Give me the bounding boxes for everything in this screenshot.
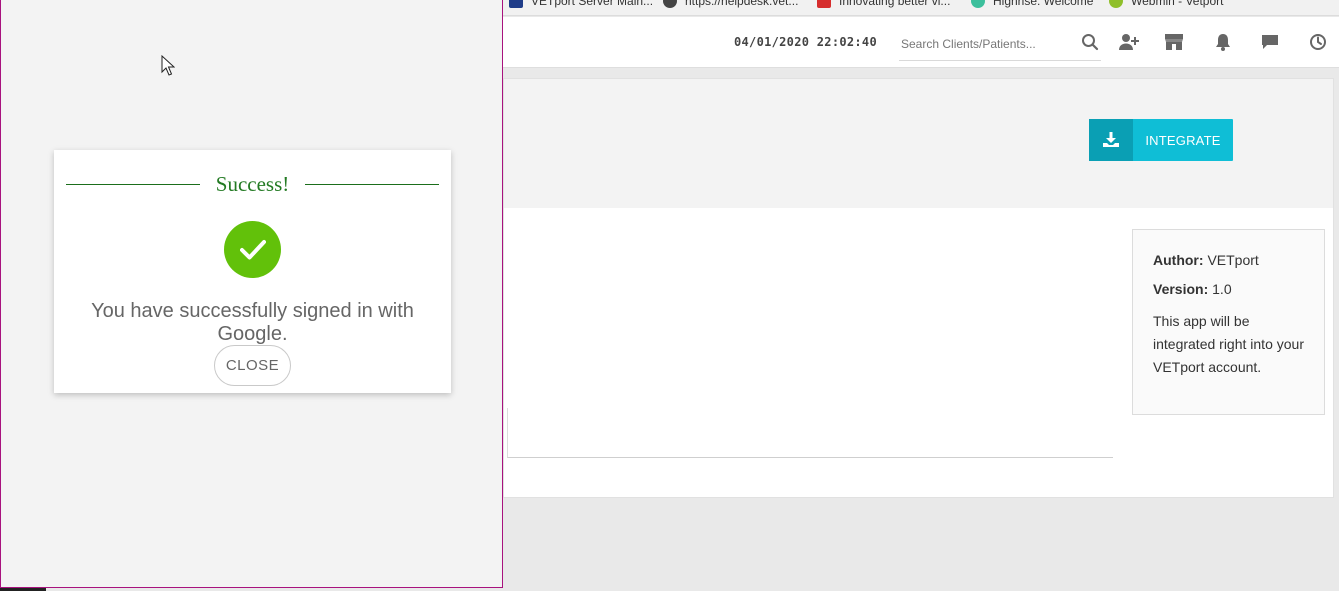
version-value: 1.0 [1212,281,1232,297]
bookmarks-bar: VETport Server Main... https://helpdesk.… [503,0,1339,16]
current-datetime: 04/01/2020 22:02:40 [734,35,877,49]
app-info-card: Author: VETport Version: 1.0 This app wi… [1132,229,1325,415]
integrate-label: INTEGRATE [1145,132,1221,148]
clock-icon[interactable] [1306,30,1330,54]
bookmark-label: Webmin - Vetport [1131,0,1224,8]
version-label: Version: [1153,281,1209,297]
highrise-favicon-icon [971,0,985,8]
chat-icon[interactable] [1258,30,1282,54]
bookmark-label: https://helpdesk.vet... [685,0,799,8]
popup-window: Success! You have successfully signed in… [0,0,503,588]
title-divider-right [305,183,440,185]
bookmark-highrise[interactable]: Highrise: Welcome [971,0,1093,9]
store-icon[interactable] [1162,30,1186,54]
bookmark-vetport-server[interactable]: VETport Server Main... [509,0,653,9]
github-favicon-icon [663,0,677,8]
content-box [507,408,1113,458]
version-row: Version: 1.0 [1153,281,1304,297]
modal-title: Success! [215,171,290,196]
x-favicon-icon [817,0,831,8]
success-modal: Success! You have successfully signed in… [54,150,451,393]
bookmark-label: Highrise: Welcome [993,0,1094,8]
close-button[interactable]: CLOSE [214,345,291,386]
author-label: Author: [1153,252,1204,268]
app-header-panel: INTEGRATE [503,78,1334,208]
webmin-favicon-icon [1109,0,1123,8]
title-divider-left [66,183,200,185]
success-check-icon [224,221,281,278]
author-value: VETport [1207,252,1259,268]
app-description: This app will be integrated right into y… [1153,313,1304,375]
app-body-panel: Author: VETport Version: 1.0 This app wi… [503,208,1334,498]
download-icon [1089,119,1133,161]
top-header: 04/01/2020 22:02:40 [503,17,1339,68]
bookmark-webmin[interactable]: Webmin - Vetport [1109,0,1223,9]
integrate-button[interactable]: INTEGRATE [1089,119,1233,161]
mouse-cursor-icon [161,54,176,81]
author-row: Author: VETport [1153,252,1304,268]
bookmark-label: VETport Server Main... [531,0,654,8]
success-message: You have successfully signed in with Goo… [91,300,414,345]
search-icon[interactable] [1078,30,1102,54]
search-input[interactable] [899,27,1101,61]
bookmark-label: Innovating better vi... [839,0,951,8]
bookmark-innovating[interactable]: Innovating better vi... [817,0,950,9]
add-user-icon[interactable] [1117,30,1141,54]
modal-title-row: Success! [66,171,440,196]
bookmark-helpdesk[interactable]: https://helpdesk.vet... [663,0,798,9]
bell-icon[interactable] [1211,30,1235,54]
vetport-favicon-icon [509,0,523,8]
